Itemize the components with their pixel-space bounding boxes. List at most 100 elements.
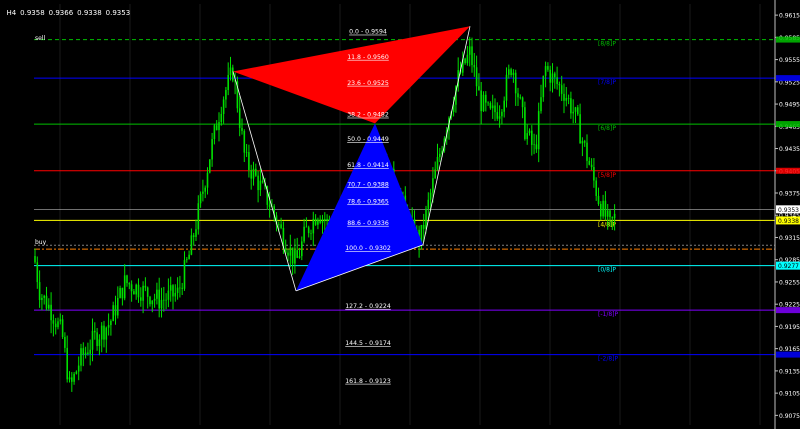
- candle-body: [524, 107, 526, 140]
- candle-body: [149, 296, 151, 305]
- candle-body: [119, 287, 121, 298]
- candle-body: [229, 67, 232, 76]
- candle-body: [153, 298, 156, 301]
- candle-body: [89, 349, 91, 354]
- candle-body: [613, 213, 616, 219]
- candle-body: [259, 180, 262, 191]
- candle-body: [91, 330, 94, 350]
- candle-body: [510, 69, 512, 76]
- candle-body: [466, 54, 469, 64]
- candle-body: [549, 69, 551, 83]
- candle-body: [287, 252, 289, 256]
- candle-body: [57, 321, 59, 328]
- fib-level-label: 161.8 - 0.9123: [345, 378, 391, 385]
- candle-body: [183, 260, 186, 289]
- candle-body: [602, 200, 604, 217]
- murrey-level-label: [-1/8]P: [598, 311, 619, 318]
- candle-body: [137, 284, 140, 298]
- fib-level-label: 23.6 - 0.9525: [347, 80, 389, 87]
- candle-body: [590, 164, 593, 168]
- candle-body: [597, 195, 600, 204]
- price-box-label: 0.9353: [778, 207, 799, 214]
- candle-body: [169, 285, 172, 291]
- candle-body: [142, 285, 144, 301]
- candle-body: [107, 325, 110, 328]
- candle-body: [268, 204, 271, 207]
- candle-body: [135, 284, 137, 295]
- candle-body: [439, 153, 441, 157]
- candle-body: [574, 107, 577, 112]
- candle-body: [544, 66, 547, 76]
- candle-body: [505, 74, 508, 101]
- candle-body: [606, 210, 609, 217]
- candle-body: [130, 284, 133, 292]
- candle-body: [123, 275, 126, 299]
- candle-body: [100, 325, 103, 340]
- price-tick-label: 0.9105: [779, 391, 800, 398]
- candle-body: [103, 325, 105, 340]
- candle-body: [542, 75, 545, 98]
- candle-body: [209, 159, 211, 173]
- candle-body: [163, 299, 165, 301]
- candle-body: [581, 141, 584, 144]
- candle-body: [45, 295, 48, 309]
- buy-signal-label: buy: [35, 239, 47, 246]
- fib-level-label: 61.8 - 0.9414: [347, 162, 389, 169]
- candle-body: [314, 218, 317, 225]
- candle-body: [307, 227, 310, 234]
- candle-body: [551, 73, 554, 83]
- candle-body: [112, 305, 114, 321]
- price-tick-label: 0.9555: [779, 57, 800, 64]
- candle-body: [531, 130, 533, 145]
- murrey-level-label: [8/8]P: [598, 41, 616, 48]
- candle-body: [312, 218, 315, 234]
- candle-body: [174, 292, 177, 297]
- candle-body: [188, 254, 190, 260]
- price-tick-label: 0.9135: [779, 368, 800, 375]
- candle-body: [586, 142, 588, 161]
- candle-body: [84, 352, 87, 355]
- candle-body: [526, 133, 528, 140]
- candle-body: [117, 297, 119, 316]
- candle-body: [133, 291, 135, 295]
- candle-body: [609, 210, 611, 218]
- candle-body: [436, 156, 439, 170]
- candle-body: [66, 347, 68, 380]
- candle-body: [225, 90, 227, 100]
- candle-body: [186, 259, 188, 261]
- candle-body: [583, 141, 586, 143]
- candle-body: [250, 169, 252, 179]
- candle-body: [59, 319, 62, 322]
- candle-body: [94, 330, 96, 333]
- candle-body: [547, 66, 549, 70]
- high-value: 0.9366: [48, 9, 74, 17]
- murrey-level-label: [7/8]P: [598, 79, 616, 86]
- candle-body: [294, 250, 296, 264]
- candle-body: [326, 218, 328, 221]
- candle-body: [434, 169, 436, 179]
- candle-body: [487, 102, 489, 104]
- price-tick-label: 0.9615: [779, 13, 800, 20]
- candle-body: [192, 235, 195, 237]
- candle-body: [52, 320, 55, 324]
- price-tick-label: 0.9255: [779, 279, 800, 286]
- candle-body: [199, 193, 202, 204]
- candle-body: [241, 127, 243, 131]
- price-tick-label: 0.9195: [779, 324, 800, 331]
- candle-body: [38, 282, 41, 300]
- candle-body: [291, 247, 294, 264]
- candle-body: [305, 226, 308, 228]
- candle-body: [197, 203, 200, 230]
- candle-body: [535, 144, 538, 150]
- candle-body: [36, 262, 39, 283]
- candle-body: [77, 365, 80, 372]
- fib-level-label: 38.2 - 0.9482: [347, 112, 389, 119]
- candle-body: [248, 152, 250, 170]
- candle-body: [96, 332, 98, 347]
- candle-body: [464, 58, 466, 64]
- candle-body: [41, 297, 43, 300]
- candle-body: [577, 107, 579, 115]
- candle-body: [521, 97, 524, 108]
- price-chart[interactable]: [8/8]P [7/8]P [6/8]P [5/8]P [4/8]P [0/8]P [-1/…: [0, 0, 800, 429]
- candle-body: [489, 103, 492, 109]
